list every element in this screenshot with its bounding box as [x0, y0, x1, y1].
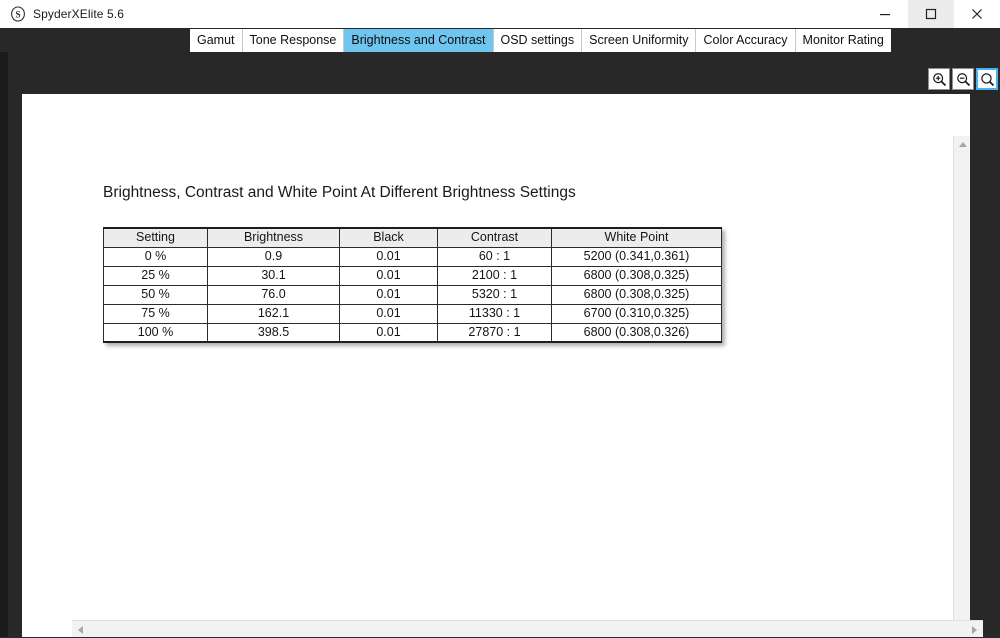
vertical-scrollbar[interactable]: [953, 136, 970, 638]
cell-contrast: 11330 : 1: [437, 303, 552, 324]
tab-screen-uniformity[interactable]: Screen Uniformity: [582, 29, 697, 52]
cell-black: 0.01: [339, 284, 438, 305]
cell-brightness: 30.1: [207, 265, 340, 286]
column-header-black: Black: [339, 227, 438, 248]
close-icon: [972, 9, 982, 19]
scroll-up-arrow-icon[interactable]: [954, 136, 971, 153]
window-controls: [862, 0, 1000, 28]
maximize-icon: [925, 8, 937, 20]
zoom-reset-button[interactable]: [976, 68, 998, 90]
viewer-left-edge: [0, 52, 8, 638]
table-row: 100 % 398.5 0.01 27870 : 1 6800 (0.308,0…: [103, 322, 722, 343]
zoom-out-button[interactable]: [952, 68, 974, 90]
document-page: Brightness, Contrast and White Point At …: [22, 94, 970, 638]
cell-black: 0.01: [339, 265, 438, 286]
zoom-in-button[interactable]: [928, 68, 950, 90]
tab-color-accuracy[interactable]: Color Accuracy: [696, 29, 796, 52]
window-title: SpyderXElite 5.6: [33, 7, 124, 21]
minimize-button[interactable]: [862, 0, 908, 28]
tab-list: Gamut Tone Response Brightness and Contr…: [190, 29, 891, 52]
cell-setting: 75 %: [103, 303, 208, 324]
zoom-in-icon: [932, 72, 946, 86]
table-row: 0 % 0.9 0.01 60 : 1 5200 (0.341,0.361): [103, 246, 722, 267]
cell-white-point: 6800 (0.308,0.325): [551, 265, 722, 286]
zoom-out-icon: [956, 72, 970, 86]
tab-brightness-and-contrast[interactable]: Brightness and Contrast: [344, 29, 494, 52]
scroll-right-arrow-icon[interactable]: [966, 621, 983, 638]
cell-brightness: 76.0: [207, 284, 340, 305]
column-header-contrast: Contrast: [437, 227, 552, 248]
cell-contrast: 60 : 1: [437, 246, 552, 267]
table-header-row: Setting Brightness Black Contrast White …: [103, 227, 722, 248]
cell-white-point: 6800 (0.308,0.325): [551, 284, 722, 305]
close-button[interactable]: [954, 0, 1000, 28]
table-row: 75 % 162.1 0.01 11330 : 1 6700 (0.310,0.…: [103, 303, 722, 324]
cell-black: 0.01: [339, 303, 438, 324]
cell-white-point: 6700 (0.310,0.325): [551, 303, 722, 324]
tab-strip: Gamut Tone Response Brightness and Contr…: [0, 28, 1000, 52]
table-row: 50 % 76.0 0.01 5320 : 1 6800 (0.308,0.32…: [103, 284, 722, 305]
cell-brightness: 0.9: [207, 246, 340, 267]
title-bar: S SpyderXElite 5.6: [0, 0, 1000, 28]
cell-setting: 0 %: [103, 246, 208, 267]
minimize-icon: [880, 14, 890, 16]
column-header-setting: Setting: [103, 227, 208, 248]
cell-white-point: 5200 (0.341,0.361): [551, 246, 722, 267]
page-title: Brightness, Contrast and White Point At …: [103, 184, 576, 201]
cell-black: 0.01: [339, 322, 438, 343]
zoom-reset-icon: [980, 72, 994, 86]
cell-setting: 100 %: [103, 322, 208, 343]
table-row: 25 % 30.1 0.01 2100 : 1 6800 (0.308,0.32…: [103, 265, 722, 286]
tab-osd-settings[interactable]: OSD settings: [493, 29, 583, 52]
cell-black: 0.01: [339, 246, 438, 267]
application-window: S SpyderXElite 5.6 Gamut Tone Response B…: [0, 0, 1000, 638]
cell-brightness: 398.5: [207, 322, 340, 343]
cell-contrast: 5320 : 1: [437, 284, 552, 305]
zoom-toolbar: [928, 68, 998, 90]
cell-setting: 25 %: [103, 265, 208, 286]
scroll-left-arrow-icon[interactable]: [72, 621, 89, 638]
tab-gamut[interactable]: Gamut: [190, 29, 243, 52]
tab-monitor-rating[interactable]: Monitor Rating: [795, 29, 891, 52]
cell-contrast: 2100 : 1: [437, 265, 552, 286]
brightness-contrast-table-container: Setting Brightness Black Contrast White …: [103, 227, 722, 343]
brightness-contrast-table: Setting Brightness Black Contrast White …: [103, 227, 722, 343]
cell-white-point: 6800 (0.308,0.326): [551, 322, 722, 343]
tab-tone-response[interactable]: Tone Response: [242, 29, 345, 52]
column-header-white-point: White Point: [551, 227, 722, 248]
column-header-brightness: Brightness: [207, 227, 340, 248]
cell-setting: 50 %: [103, 284, 208, 305]
svg-text:S: S: [15, 9, 20, 19]
cell-contrast: 27870 : 1: [437, 322, 552, 343]
report-viewer: Brightness, Contrast and White Point At …: [8, 52, 1000, 638]
spyder-s-icon: S: [10, 6, 26, 22]
maximize-button[interactable]: [908, 0, 954, 28]
cell-brightness: 162.1: [207, 303, 340, 324]
horizontal-scrollbar[interactable]: [72, 620, 983, 637]
